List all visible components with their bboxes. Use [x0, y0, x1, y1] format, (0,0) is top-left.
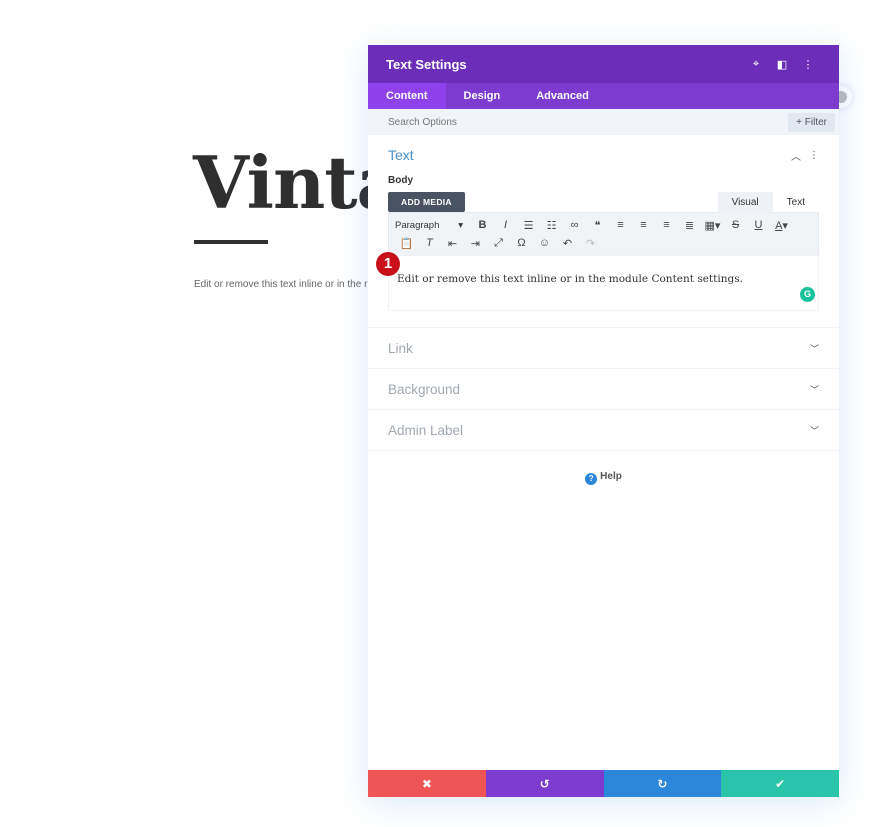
- link-icon[interactable]: ∞: [563, 219, 586, 231]
- fullscreen-icon[interactable]: ⤢: [487, 237, 510, 250]
- paste-icon[interactable]: 📋: [395, 237, 418, 250]
- align-center-icon[interactable]: ≡: [632, 219, 655, 231]
- numbered-list-icon[interactable]: ☷: [540, 219, 563, 232]
- editor-content[interactable]: Edit or remove this text inline or in th…: [397, 273, 743, 285]
- editor-toolbar: Paragraph ▾ B I ☰ ☷ ∞ ❝ ≡ ≡ ≡ ≣ ▦▾ S U A▾…: [388, 212, 819, 255]
- save-button[interactable]: ✔: [721, 770, 839, 797]
- text-tab[interactable]: Text: [773, 192, 819, 213]
- format-select[interactable]: Paragraph ▾: [395, 220, 471, 231]
- modal-footer: ✖ ↺ ↻ ✔: [368, 770, 839, 797]
- filter-button[interactable]: + Filter: [788, 112, 835, 132]
- italic-icon[interactable]: I: [494, 219, 517, 231]
- body-label: Body: [388, 175, 413, 186]
- underline-icon[interactable]: U: [747, 219, 770, 231]
- bullet-list-icon[interactable]: ☰: [517, 219, 540, 232]
- modal-header: Text Settings ⌖ ◧ ⋮: [368, 45, 839, 83]
- text-settings-modal: Text Settings ⌖ ◧ ⋮ Content Design Advan…: [368, 45, 839, 797]
- chevron-down-icon[interactable]: ﹀: [810, 383, 819, 396]
- modal-title: Text Settings: [386, 56, 467, 72]
- more-vertical-icon[interactable]: ⋮: [795, 58, 821, 71]
- blockquote-icon[interactable]: ❝: [586, 219, 609, 232]
- modal-tabs: Content Design Advanced: [368, 83, 839, 109]
- cancel-button[interactable]: ✖: [368, 770, 486, 797]
- help-link[interactable]: ? Help: [368, 471, 839, 485]
- search-row: + Filter: [368, 109, 839, 135]
- bold-icon[interactable]: B: [471, 219, 494, 231]
- redo-button[interactable]: ↻: [603, 770, 722, 797]
- heading-divider: [194, 240, 268, 244]
- strikethrough-icon[interactable]: S: [724, 219, 747, 231]
- chevron-down-icon[interactable]: ﹀: [810, 342, 819, 355]
- tab-content[interactable]: Content: [368, 83, 446, 109]
- outdent-icon[interactable]: ⇤: [441, 237, 464, 250]
- help-icon: ?: [585, 473, 598, 485]
- text-section-title[interactable]: Text: [388, 147, 783, 163]
- align-justify-icon[interactable]: ≣: [678, 219, 701, 232]
- text-editor[interactable]: 1 Edit or remove this text inline or in …: [376, 252, 819, 311]
- redo-icon[interactable]: ↷: [579, 237, 602, 250]
- table-icon[interactable]: ▦▾: [701, 219, 724, 232]
- undo-icon[interactable]: ↶: [556, 237, 579, 250]
- text-color-icon[interactable]: A▾: [770, 219, 793, 232]
- split-view-icon[interactable]: ◧: [769, 58, 795, 71]
- align-right-icon[interactable]: ≡: [655, 219, 678, 231]
- link-section[interactable]: Link ﹀: [368, 328, 839, 369]
- indent-icon[interactable]: ⇥: [464, 237, 487, 250]
- background-section[interactable]: Background ﹀: [368, 369, 839, 410]
- grammarly-icon[interactable]: G: [800, 287, 815, 302]
- undo-button[interactable]: ↺: [485, 770, 604, 797]
- section-more-icon[interactable]: ⋮: [809, 150, 819, 161]
- chevron-down-icon[interactable]: ﹀: [810, 424, 819, 437]
- search-options-input[interactable]: [388, 116, 789, 128]
- text-section: Text ︿ ⋮ Body ADD MEDIA Visual Text Para…: [368, 135, 839, 328]
- emoji-icon[interactable]: ☺: [533, 237, 556, 249]
- align-left-icon[interactable]: ≡: [609, 219, 632, 231]
- visual-tab[interactable]: Visual: [717, 192, 773, 213]
- clear-format-icon[interactable]: T: [418, 237, 441, 249]
- special-char-icon[interactable]: Ω: [510, 237, 533, 249]
- step-badge: 1: [376, 252, 400, 276]
- tab-advanced[interactable]: Advanced: [518, 83, 607, 109]
- admin-label-section[interactable]: Admin Label ﹀: [368, 410, 839, 451]
- add-media-button[interactable]: ADD MEDIA: [388, 192, 465, 212]
- page-body-text: Edit or remove this text inline or in th…: [194, 279, 368, 290]
- focus-icon[interactable]: ⌖: [743, 58, 769, 71]
- chevron-up-icon[interactable]: ︿: [791, 148, 801, 163]
- tab-design[interactable]: Design: [446, 83, 519, 109]
